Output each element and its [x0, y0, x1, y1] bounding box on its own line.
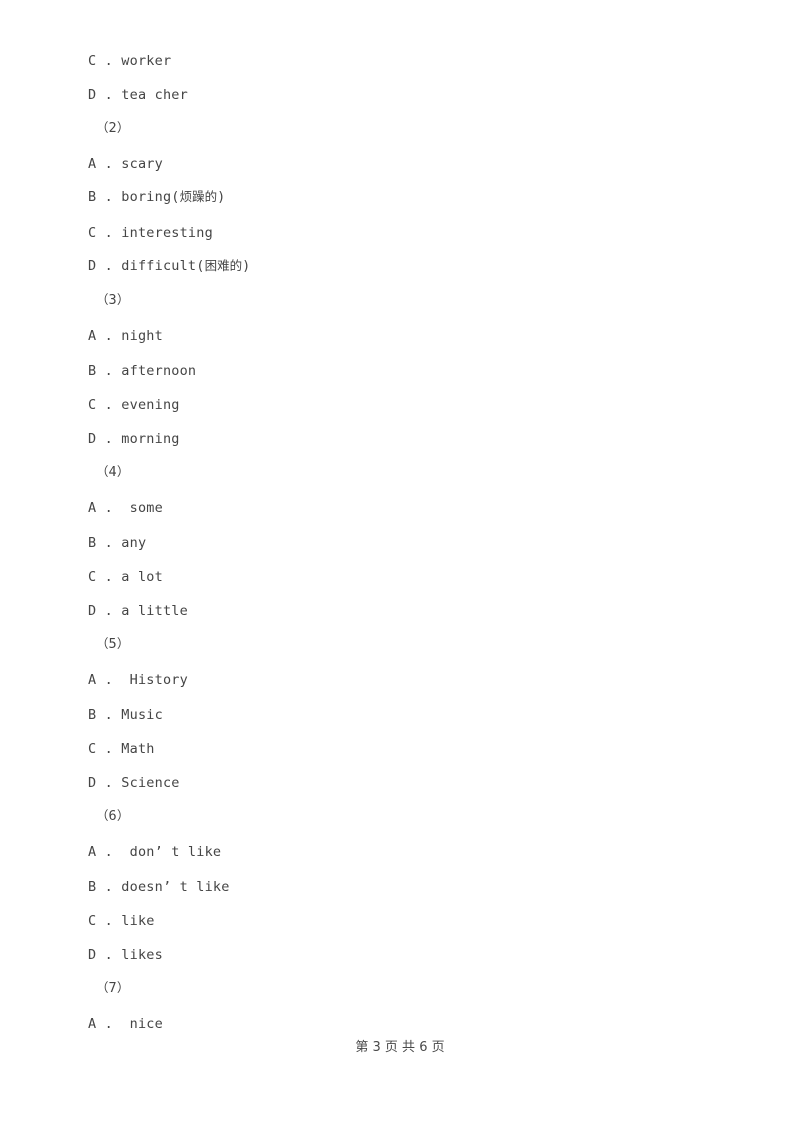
cjk-text: ）	[116, 120, 130, 135]
answer-option-2-d: D . difficult(困难的)	[88, 258, 251, 274]
cjk-text: ）	[116, 636, 130, 651]
question-group-label-4: （4）	[96, 464, 130, 480]
question-group-label-7: （7）	[96, 980, 130, 996]
answer-option-1-c: C . worker	[88, 53, 172, 69]
answer-option-4-a: A . some	[88, 500, 163, 516]
answer-option-1-d: D . tea cher	[88, 87, 188, 103]
answer-option-6-d: D . likes	[88, 947, 163, 963]
answer-option-6-a: A . don’ t like	[88, 844, 222, 860]
document-page: C . worker D . tea cher （2） A . scary B . bo…	[0, 0, 800, 1132]
answer-option-5-c: C . Math	[88, 741, 155, 757]
answer-option-2-c: C . interesting	[88, 225, 213, 241]
cjk-text: ）	[116, 980, 130, 995]
answer-option-5-d: D . Science	[88, 775, 180, 791]
answer-option-4-d: D . a little	[88, 603, 188, 619]
answer-option-3-b: B . afternoon	[88, 363, 197, 379]
question-group-label-2: （2）	[96, 120, 130, 136]
cjk-text: （	[96, 464, 109, 479]
answer-option-3-d: D . morning	[88, 431, 180, 447]
cjk-text: （	[96, 980, 109, 995]
cjk-text: ）	[116, 808, 130, 823]
answer-option-2-b: B . boring(烦躁的)	[88, 189, 226, 205]
cjk-text: （	[96, 636, 109, 651]
answer-option-3-c: C . evening	[88, 397, 180, 413]
cjk-text: 烦躁的	[179, 189, 218, 204]
answer-option-7-a: A . nice	[88, 1016, 163, 1032]
question-group-label-3: （3）	[96, 292, 130, 308]
answer-option-4-b: B . any	[88, 535, 147, 551]
answer-option-5-a: A . History	[88, 672, 188, 688]
cjk-text: （	[96, 292, 109, 307]
answer-option-3-a: A . night	[88, 328, 163, 344]
question-group-label-5: （5）	[96, 636, 130, 652]
question-group-label-6: （6）	[96, 808, 130, 824]
answer-option-2-a: A . scary	[88, 156, 163, 172]
cjk-text: （	[96, 808, 109, 823]
cjk-text: （	[96, 120, 109, 135]
cjk-text: 困难的	[204, 258, 243, 273]
answer-option-4-c: C . a lot	[88, 569, 163, 585]
answer-option-5-b: B . Music	[88, 707, 163, 723]
answer-option-6-c: C . like	[88, 913, 155, 929]
page-number-footer: 第 3 页 共 6 页	[355, 1040, 445, 1055]
cjk-text: ）	[116, 292, 130, 307]
answer-option-6-b: B . doesn’ t like	[88, 879, 230, 895]
cjk-text: ）	[116, 464, 130, 479]
